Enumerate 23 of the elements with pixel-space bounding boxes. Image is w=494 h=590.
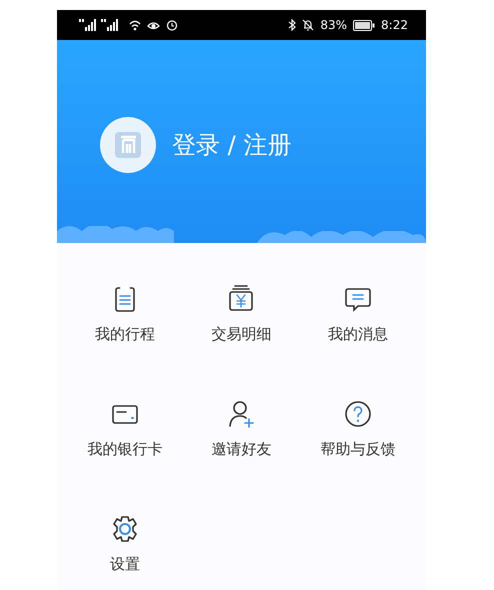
menu-item[interactable]: 我的消息 [300,283,416,344]
muted-bell-icon [302,19,314,31]
battery-percent: 83% [320,18,348,32]
bluetooth-icon [288,19,296,31]
menu-item[interactable]: 邀请好友 [183,398,300,459]
clock-time: 8:22 [381,18,408,32]
menu-item[interactable]: 帮助与反馈 [300,398,416,459]
yuan-tray-icon [230,285,254,311]
settings-icon [113,516,137,542]
alarm-icon [166,19,178,31]
menu-item[interactable]: 设置 [67,513,184,574]
eye-icon [147,20,160,30]
wifi-icon [129,20,141,30]
menu-item[interactable]: 交易明细 [183,283,300,344]
logo-icon [114,131,142,159]
clipboard-icon [115,287,135,312]
bank-card-icon [112,405,138,424]
add-user-icon [230,401,254,428]
menu-item[interactable]: 我的银行卡 [67,398,184,459]
menu-item[interactable]: 我的行程 [67,283,184,344]
help-icon [345,401,371,427]
battery-icon [353,20,376,30]
chat-icon [345,288,371,311]
